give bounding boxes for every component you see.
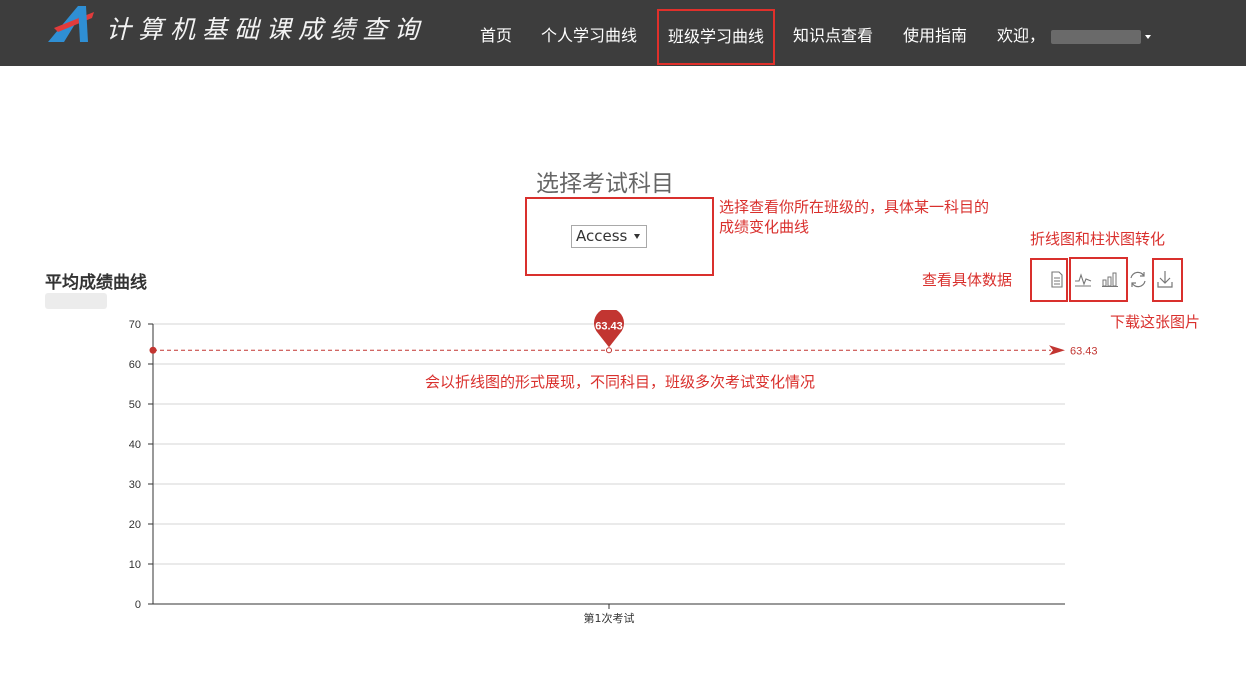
data-view-icon [1051,271,1063,288]
annotation-select-note-2: 成绩变化曲线 [719,218,810,236]
line-chart-icon [1075,273,1092,287]
data-point [606,347,612,354]
brand-logo[interactable]: 计算机基础课成绩查询 [48,4,458,44]
y-tick-label: 0 [135,599,141,611]
download-button[interactable] [1155,266,1175,292]
y-tick-label: 30 [129,479,141,491]
nav-guide[interactable]: 使用指南 [903,0,967,66]
average-line-label: 63.43 [1070,345,1098,357]
subject-select[interactable]: Access [571,225,647,248]
y-tick-label: 20 [129,519,141,531]
nav-class-curve[interactable]: 班级学习曲线 [657,9,776,65]
y-tick-label: 50 [129,399,141,411]
chart-title: 平均成绩曲线 [45,273,147,293]
brand-title: 计算机基础课成绩查询 [106,15,427,44]
download-icon [1157,271,1173,288]
restore-button[interactable] [1128,266,1148,292]
mark-point-label: 63.43 [595,320,623,332]
annotation-view-data-note: 查看具体数据 [922,271,1013,289]
data-view-button[interactable] [1047,266,1067,292]
navbar: 计算机基础课成绩查询 首页 个人学习曲线 班级学习曲线 知识点查看 使用指南 欢… [0,0,1246,66]
logo-a-icon [48,6,94,42]
switch-bar-button[interactable] [1100,266,1120,292]
user-menu[interactable]: 欢迎， [997,0,1152,66]
annotation-switch-note: 折线图和柱状图转化 [1030,230,1166,248]
nav-personal-curve[interactable]: 个人学习曲线 [541,0,637,66]
welcome-label: 欢迎， [997,26,1046,45]
select-subject-title: 选择考试科目 [536,171,674,197]
average-line-start-dot [149,346,157,354]
chart-subtitle-redacted [45,293,107,309]
subject-select-value: Access [576,227,628,245]
y-tick-label: 10 [129,559,141,571]
restore-icon [1130,271,1146,288]
nav-knowledge-points[interactable]: 知识点查看 [793,0,873,66]
y-tick-label: 70 [129,319,141,331]
average-score-chart: 0 10 20 30 40 50 60 70 第1次考试 63.43 63.43 [129,310,1098,625]
y-tick-label: 60 [129,359,141,371]
annotation-chart-note: 会以折线图的形式展现，不同科目，班级多次考试变化情况 [425,373,816,391]
average-line-arrow [1049,345,1065,356]
bar-chart-icon [1102,272,1118,287]
caret-down-icon [1145,34,1152,39]
x-tick-label: 第1次考试 [584,611,635,625]
username-redacted [1051,29,1142,44]
switch-line-button[interactable] [1073,266,1093,292]
dropdown-arrow-icon [634,234,640,239]
y-tick-label: 40 [129,439,141,451]
nav-home[interactable]: 首页 [480,0,512,66]
annotation-select-note-1: 选择查看你所在班级的，具体某一科目的 [719,198,990,216]
